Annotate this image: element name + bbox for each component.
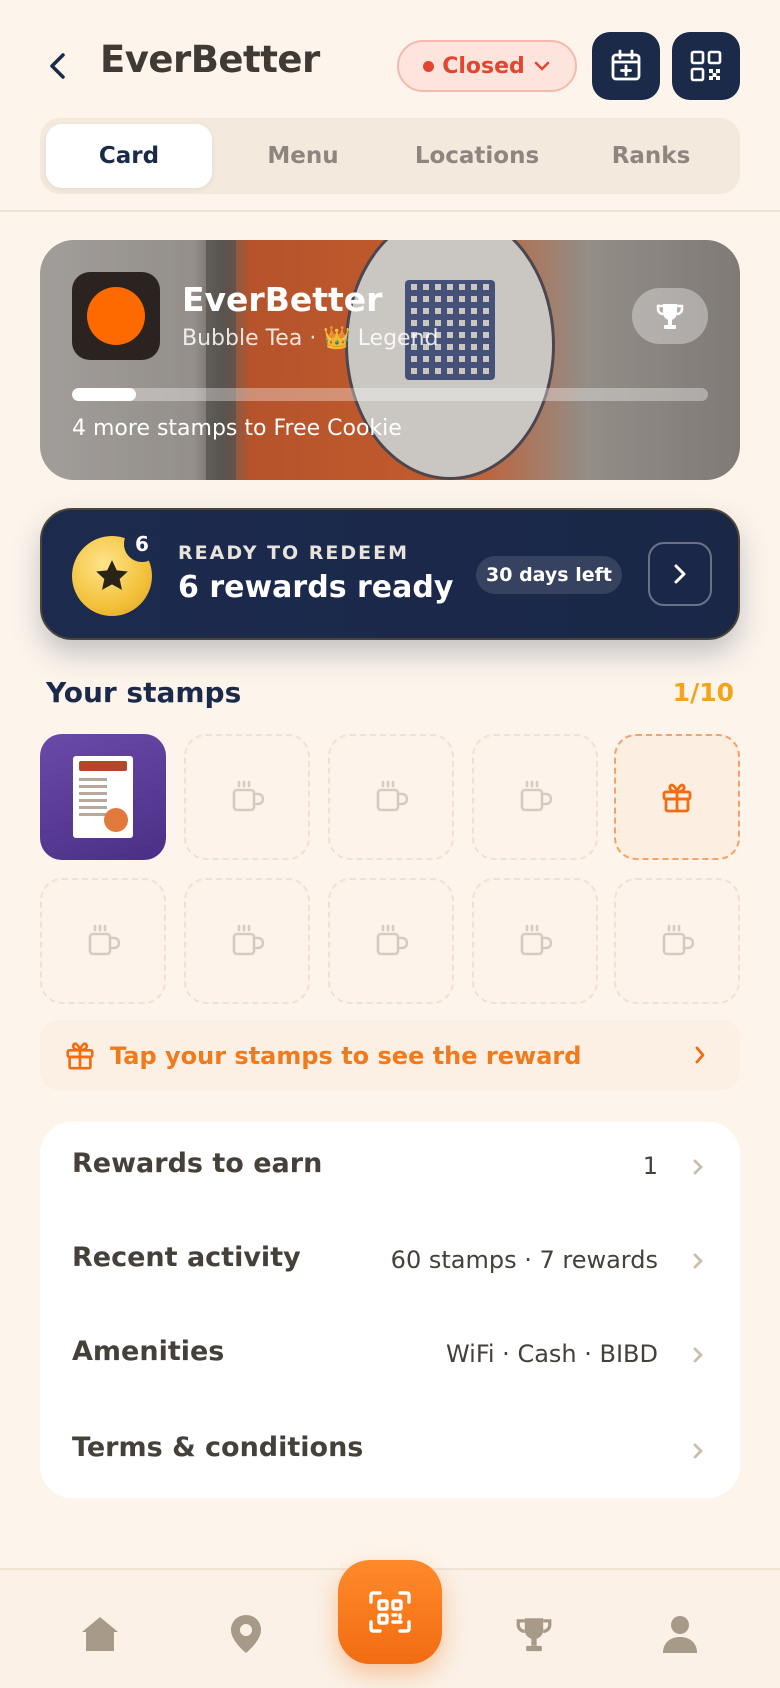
stamps-count: 1/10	[672, 678, 734, 707]
stamp-slot-10[interactable]	[614, 878, 740, 1004]
stamps-hint-banner[interactable]: Tap your stamps to see the reward	[40, 1020, 740, 1090]
info-list-card: Rewards to earn 1 Recent activity 60 sta…	[40, 1122, 740, 1498]
trophy-icon	[656, 304, 684, 329]
scan-qr-icon	[369, 1591, 411, 1633]
row-label: Rewards to earn	[72, 1148, 323, 1179]
chevron-right-icon	[688, 1340, 708, 1370]
hint-text: Tap your stamps to see the reward	[110, 1042, 582, 1070]
row-recent-activity[interactable]: Recent activity 60 stamps · 7 rewards	[40, 1216, 740, 1306]
calendar-button[interactable]	[592, 32, 660, 100]
mug-icon	[662, 924, 694, 956]
stamp-progress-fill	[72, 388, 136, 401]
days-left-badge: 30 days left	[476, 556, 622, 594]
row-amenities[interactable]: Amenities WiFi · Cash · BIBD	[40, 1310, 740, 1400]
stamp-slot-8[interactable]	[328, 878, 454, 1004]
row-label: Recent activity	[72, 1242, 301, 1273]
stamp-slot-4[interactable]	[472, 734, 598, 860]
scan-qr-button[interactable]	[338, 1560, 442, 1664]
tab-menu[interactable]: Menu	[220, 124, 386, 188]
chevron-right-icon	[688, 1152, 708, 1182]
gift-icon	[66, 1042, 94, 1070]
redeem-arrow-button[interactable]	[648, 542, 712, 606]
back-button[interactable]	[38, 44, 78, 88]
tab-locations[interactable]: Locations	[394, 124, 560, 188]
chevron-left-icon	[50, 53, 65, 79]
status-dot	[423, 60, 435, 72]
trophy-button[interactable]	[632, 288, 708, 344]
chevron-right-icon	[688, 1436, 708, 1466]
stamp-slot-7[interactable]	[184, 878, 310, 1004]
chevron-right-icon	[688, 1246, 708, 1276]
mug-icon	[376, 780, 408, 812]
stamp-slot-reward[interactable]	[614, 734, 740, 860]
nav-ranks[interactable]	[506, 1606, 562, 1662]
stamp-progress-bar	[72, 388, 708, 401]
stamp-slot-9[interactable]	[472, 878, 598, 1004]
nav-home[interactable]	[72, 1606, 128, 1662]
row-label: Amenities	[72, 1336, 225, 1367]
mug-icon	[520, 924, 552, 956]
chevron-right-icon	[695, 1046, 705, 1064]
stamp-slot-3[interactable]	[328, 734, 454, 860]
hero-subtitle: Bubble Tea · 👑 Legend	[182, 326, 439, 351]
row-value: 60 stamps · 7 rewards	[390, 1246, 658, 1274]
stamp-slot-1[interactable]	[40, 734, 166, 860]
chevron-right-icon	[674, 564, 686, 584]
stamp-slot-2[interactable]	[184, 734, 310, 860]
brand-logo	[72, 272, 160, 360]
nav-profile[interactable]	[652, 1606, 708, 1662]
trophy-icon	[516, 1618, 552, 1652]
redeem-kicker: READY TO REDEEM	[178, 542, 410, 564]
user-icon	[663, 1616, 697, 1653]
redeem-banner[interactable]: 6 READY TO REDEEM 6 rewards ready 30 day…	[40, 508, 740, 640]
brand-logo-mark	[87, 287, 145, 345]
qr-code-icon	[690, 50, 722, 82]
header-divider	[0, 210, 780, 212]
qr-code-button[interactable]	[672, 32, 740, 100]
row-terms-conditions[interactable]: Terms & conditions	[40, 1406, 740, 1496]
row-value: WiFi · Cash · BIBD	[445, 1340, 658, 1368]
nav-locations[interactable]	[218, 1606, 274, 1662]
hero-brand-name: EverBetter	[182, 280, 383, 319]
star-icon	[96, 560, 128, 590]
tab-ranks[interactable]: Ranks	[568, 124, 734, 188]
progress-text: 4 more stamps to Free Cookie	[72, 416, 402, 441]
home-icon	[82, 1617, 118, 1651]
calendar-plus-icon	[611, 49, 641, 81]
row-rewards-to-earn[interactable]: Rewards to earn 1	[40, 1122, 740, 1212]
redeem-title: 6 rewards ready	[178, 570, 454, 605]
status-label: Closed	[442, 53, 525, 79]
stamps-heading: Your stamps	[46, 676, 242, 709]
status-dropdown[interactable]: Closed	[397, 40, 577, 92]
mug-icon	[232, 924, 264, 956]
mug-icon	[376, 924, 408, 956]
tab-card[interactable]: Card	[46, 124, 212, 188]
page-title: EverBetter	[100, 38, 320, 81]
tab-bar: Card Menu Locations Ranks	[40, 118, 740, 194]
row-value: 1	[642, 1152, 658, 1180]
loyalty-card-hero[interactable]: EverBetter Bubble Tea · 👑 Legend 4 more …	[40, 240, 740, 480]
mug-icon	[88, 924, 120, 956]
reward-count-badge: 6	[124, 526, 160, 562]
chevron-down-icon	[534, 61, 550, 71]
gift-icon	[662, 783, 692, 813]
mug-icon	[520, 780, 552, 812]
stamp-slot-6[interactable]	[40, 878, 166, 1004]
mug-icon	[232, 780, 264, 812]
map-pin-icon	[231, 1615, 261, 1653]
header: EverBetter Closed	[0, 0, 780, 130]
row-label: Terms & conditions	[72, 1432, 364, 1463]
menu-thumbnail-image	[73, 756, 133, 838]
